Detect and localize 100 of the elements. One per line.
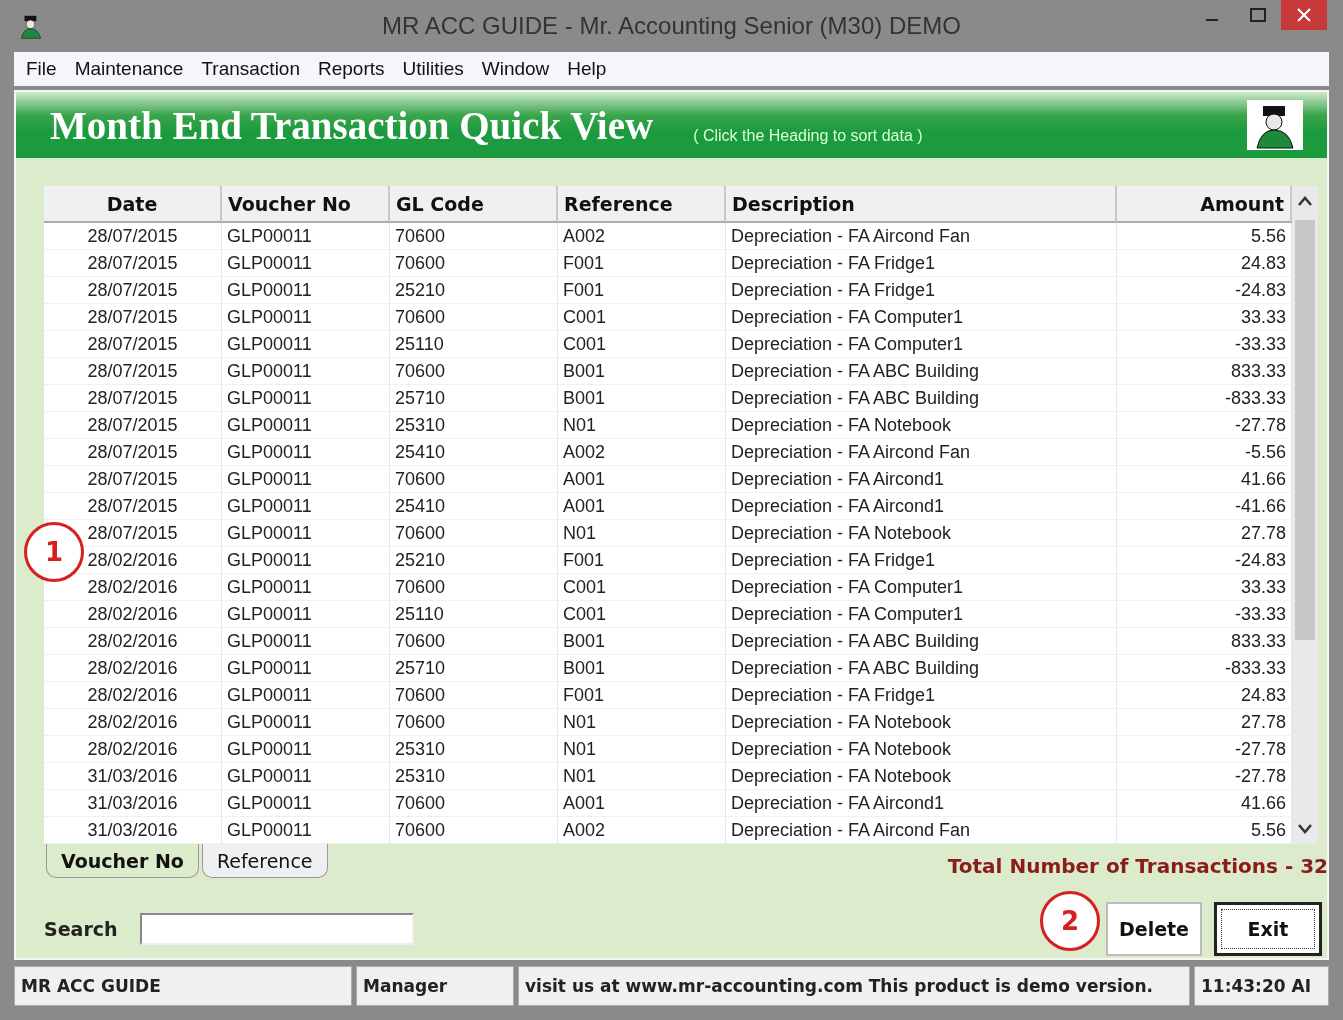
table-cell: Depreciation - FA Notebook — [726, 763, 1117, 790]
sort-tab[interactable]: Reference — [201, 844, 328, 878]
table-cell: A001 — [558, 466, 726, 493]
sort-tab[interactable]: Voucher No — [46, 844, 199, 878]
table-cell: Depreciation - FA Notebook — [726, 520, 1117, 547]
search-field[interactable] — [139, 913, 414, 945]
table-cell: GLP00011 — [222, 385, 390, 412]
scroll-up-icon[interactable] — [1298, 196, 1312, 206]
column-header[interactable]: Amount — [1117, 186, 1292, 223]
menu-item[interactable]: Window — [473, 58, 558, 80]
table-cell: Depreciation - FA Aircond Fan — [726, 817, 1117, 844]
delete-button[interactable]: Delete — [1106, 902, 1202, 956]
table-cell: Depreciation - FA Notebook — [726, 412, 1117, 439]
table-cell: B001 — [558, 358, 726, 385]
table-cell: A001 — [558, 493, 726, 520]
table-cell: 28/07/2015 — [44, 493, 222, 520]
table-cell: B001 — [558, 385, 726, 412]
menu-item[interactable]: Maintenance — [66, 58, 192, 80]
table-cell: 31/03/2016 — [44, 790, 222, 817]
table-cell: Depreciation - FA ABC Building — [726, 628, 1117, 655]
table-cell: 28/07/2015 — [44, 412, 222, 439]
scroll-down-icon[interactable] — [1298, 824, 1312, 834]
table-cell: F001 — [558, 682, 726, 709]
table-cell: Depreciation - FA Notebook — [726, 709, 1117, 736]
table-cell: GLP00011 — [222, 763, 390, 790]
table-cell: GLP00011 — [222, 358, 390, 385]
table-cell: Depreciation - FA Aircond Fan — [726, 439, 1117, 466]
table-cell: Depreciation - FA ABC Building — [726, 385, 1117, 412]
table-cell: A001 — [558, 790, 726, 817]
table-cell: GLP00011 — [222, 304, 390, 331]
menu-item[interactable]: Utilities — [394, 58, 472, 80]
table-cell: F001 — [558, 547, 726, 574]
table-cell: 28/02/2016 — [44, 682, 222, 709]
column-header[interactable]: Description — [726, 186, 1117, 223]
column-header[interactable]: Date — [44, 186, 222, 223]
table-cell: 70600 — [390, 223, 558, 250]
scroll-thumb[interactable] — [1295, 220, 1315, 640]
window-title: MR ACC GUIDE - Mr. Accounting Senior (M30) DEMO — [382, 12, 961, 39]
close-button[interactable] — [1281, 0, 1327, 30]
table-cell: GLP00011 — [222, 250, 390, 277]
table-cell: C001 — [558, 601, 726, 628]
table-cell: 70600 — [390, 358, 558, 385]
table-cell: Depreciation - FA Computer1 — [726, 574, 1117, 601]
table-cell: 70600 — [390, 682, 558, 709]
column-header[interactable]: GL Code — [390, 186, 558, 223]
menu-item[interactable]: Transaction — [193, 58, 308, 80]
exit-button[interactable]: Exit — [1214, 902, 1322, 956]
annotation-callout: 2 — [1040, 891, 1100, 951]
table-cell: GLP00011 — [222, 736, 390, 763]
status-field: MR ACC GUIDE — [14, 966, 352, 1006]
column-header[interactable]: Reference — [558, 186, 726, 223]
table-cell: 25110 — [390, 601, 558, 628]
table-cell: 28/02/2016 — [44, 628, 222, 655]
table-cell: 25310 — [390, 736, 558, 763]
table-cell: B001 — [558, 655, 726, 682]
table-cell: GLP00011 — [222, 439, 390, 466]
table-cell: C001 — [558, 331, 726, 358]
table-cell: 28/07/2015 — [44, 358, 222, 385]
table-cell: 25110 — [390, 331, 558, 358]
table-cell: 25410 — [390, 439, 558, 466]
table-cell: 70600 — [390, 304, 558, 331]
table-cell: 25210 — [390, 547, 558, 574]
table-cell: 70600 — [390, 250, 558, 277]
table-cell: 70600 — [390, 466, 558, 493]
table-cell: 25310 — [390, 412, 558, 439]
sort-hint: ( Click the Heading to sort data ) — [693, 127, 923, 145]
menu-item[interactable]: Reports — [310, 58, 393, 80]
table-cell: 28/07/2015 — [44, 304, 222, 331]
table-cell: 31/03/2016 — [44, 763, 222, 790]
table-cell: GLP00011 — [222, 709, 390, 736]
table-cell: 28/07/2015 — [44, 331, 222, 358]
table-cell: Depreciation - FA ABC Building — [726, 358, 1117, 385]
page-title: Month End Transaction Quick View — [50, 102, 654, 148]
table-cell: F001 — [558, 250, 726, 277]
table-cell: A002 — [558, 223, 726, 250]
table-cell: GLP00011 — [222, 601, 390, 628]
table-cell: GLP00011 — [222, 331, 390, 358]
column-header[interactable]: Voucher No — [222, 186, 390, 223]
status-field: visit us at www.mr-accounting.com This product is demo version. — [518, 966, 1190, 1006]
maximize-icon — [1250, 8, 1266, 22]
table-cell: 28/02/2016 — [44, 709, 222, 736]
table-cell: 28/07/2015 — [44, 277, 222, 304]
table-cell: 28/07/2015 — [44, 466, 222, 493]
menu-item[interactable]: File — [18, 58, 65, 80]
transaction-total: Total Number of Transactions - 32 — [947, 854, 1328, 878]
table-cell: Depreciation - FA Aircond1 — [726, 466, 1117, 493]
table-cell: B001 — [558, 628, 726, 655]
table-cell: Depreciation - FA ABC Building — [726, 655, 1117, 682]
menu-item[interactable]: Help — [559, 58, 615, 80]
search-label: Search — [44, 918, 118, 940]
table-cell: GLP00011 — [222, 412, 390, 439]
table-cell: 28/07/2015 — [44, 250, 222, 277]
status-field: 11:43:20 AI — [1194, 966, 1329, 1006]
status-field: Manager — [356, 966, 514, 1006]
table-cell: N01 — [558, 520, 726, 547]
table-cell: GLP00011 — [222, 493, 390, 520]
table-cell: Depreciation - FA Computer1 — [726, 304, 1117, 331]
table-cell: Depreciation - FA Computer1 — [726, 601, 1117, 628]
scrollbar[interactable] — [1292, 186, 1318, 844]
table-cell: 25410 — [390, 493, 558, 520]
